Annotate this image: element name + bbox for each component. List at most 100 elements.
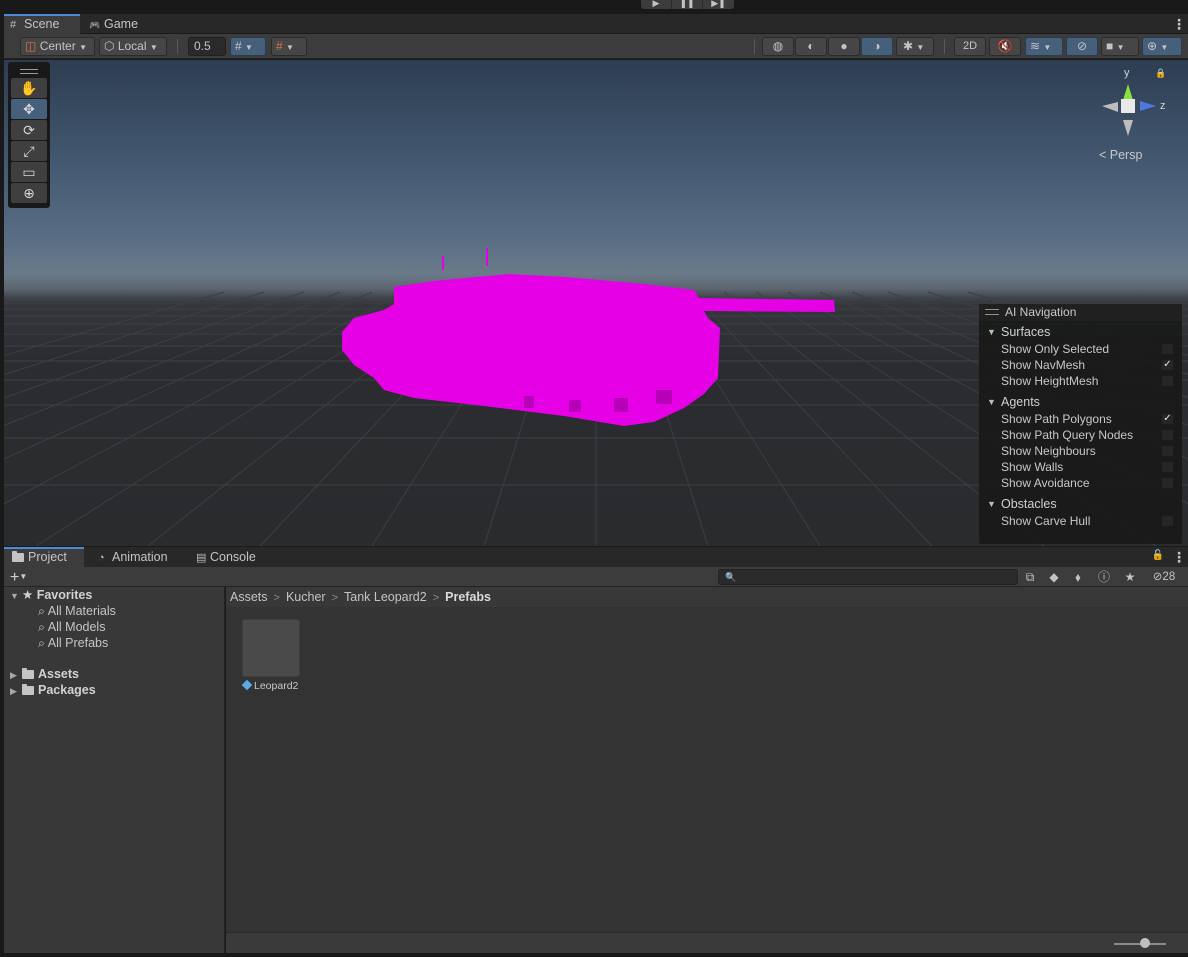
ai-navigation-header[interactable]: AI Navigation bbox=[979, 304, 1182, 321]
tool-palette-grip[interactable] bbox=[11, 65, 47, 78]
packages-node[interactable]: ▶ Packages bbox=[10, 682, 96, 698]
lock-icon[interactable]: 🔒 bbox=[1155, 68, 1166, 80]
console-icon: ▤ bbox=[196, 552, 207, 564]
audio-toggle-button[interactable]: 🔇 bbox=[989, 37, 1021, 56]
ai-navigation-overlay: AI Navigation ▼ Surfaces Show Only Selec… bbox=[979, 304, 1182, 544]
debug-draw-mode-dropdown[interactable]: ✱ ▼ bbox=[896, 37, 934, 56]
breadcrumb-item[interactable]: Assets bbox=[230, 590, 268, 604]
gizmo-y-axis[interactable] bbox=[1123, 84, 1133, 100]
effects-dropdown[interactable]: ≋ ▼ bbox=[1025, 37, 1063, 56]
rotate-tool[interactable]: ⟳ bbox=[11, 120, 47, 140]
project-menu-icon[interactable]: ⋮ bbox=[1172, 549, 1186, 565]
search-icon: ⌕ bbox=[38, 604, 48, 618]
transform-tool[interactable]: ⊕ bbox=[11, 183, 47, 203]
pause-button[interactable]: ❚❚ bbox=[672, 0, 703, 9]
favorite-all-models[interactable]: ⌕ All Models bbox=[38, 619, 105, 635]
grid-snap-field[interactable]: 0.5 bbox=[188, 37, 226, 56]
chevron-down-icon: ▼ bbox=[916, 43, 925, 52]
gamepad-icon: 🎮 bbox=[89, 20, 101, 30]
chevron-down-icon: ▼ bbox=[286, 43, 294, 52]
favorite-item-label: All Models bbox=[47, 620, 106, 634]
hidden-packages-toggle[interactable]: ⊘28 bbox=[1146, 568, 1182, 586]
pivot-rotation-dropdown[interactable]: ⬡ Local ▼ bbox=[99, 37, 167, 56]
breadcrumb-current[interactable]: Prefabs bbox=[445, 590, 491, 604]
asset-thumbnail[interactable] bbox=[242, 619, 300, 677]
cube-icon: ⬡ bbox=[104, 39, 115, 53]
filter-by-label-icon[interactable]: ⬧ bbox=[1068, 568, 1088, 586]
favorites-node[interactable]: ▼ ★ Favorites bbox=[10, 587, 92, 603]
asset-item-label[interactable]: Leopard2 bbox=[241, 679, 299, 692]
show-neighbours-row: Show Neighbours bbox=[979, 443, 1182, 459]
hand-tool[interactable]: ✋ bbox=[11, 78, 47, 98]
assets-node[interactable]: ▶ Assets bbox=[10, 666, 79, 682]
scene-visibility-button[interactable]: ⊘ bbox=[1066, 37, 1098, 56]
surfaces-foldout[interactable]: ▼ Surfaces bbox=[979, 323, 1182, 341]
chevron-right-icon: > bbox=[432, 592, 440, 604]
move-icon: ✥ bbox=[23, 100, 35, 117]
show-path-polygons-checkbox[interactable]: ✓ bbox=[1161, 413, 1174, 425]
camera-icon: ■ bbox=[1106, 39, 1114, 53]
agents-foldout[interactable]: ▼ Agents bbox=[979, 393, 1182, 411]
favorites-label: Favorites bbox=[36, 588, 93, 602]
search-scope-icon[interactable]: ⧉ bbox=[1020, 568, 1040, 586]
create-dropdown[interactable]: +▼ bbox=[10, 567, 27, 587]
folder-icon bbox=[12, 551, 24, 562]
tab-animation[interactable]: ◔ Animation bbox=[92, 547, 184, 567]
scene-menu-icon[interactable]: ⋮ bbox=[1172, 16, 1186, 32]
gizmo-x-axis[interactable] bbox=[1102, 102, 1118, 112]
projection-toggle[interactable]: < Persp bbox=[1099, 148, 1142, 162]
show-heightmesh-checkbox[interactable] bbox=[1161, 375, 1174, 387]
rect-tool[interactable]: ▭ bbox=[11, 162, 47, 182]
obstacles-foldout[interactable]: ▼ Obstacles bbox=[979, 495, 1182, 513]
gizmo-center[interactable] bbox=[1121, 99, 1135, 113]
search-icon: ⌕ bbox=[38, 620, 48, 634]
shaded-wireframe-button[interactable]: ◐ bbox=[795, 37, 827, 56]
toolbar-divider bbox=[944, 39, 945, 54]
scale-tool[interactable]: ⤢ bbox=[11, 141, 47, 161]
wireframe-shading-button[interactable]: ◍ bbox=[762, 37, 794, 56]
gizmos-dropdown[interactable]: ⊕ ▼ bbox=[1142, 37, 1182, 56]
show-only-selected-checkbox[interactable] bbox=[1161, 343, 1174, 355]
gizmo-z-axis[interactable] bbox=[1140, 101, 1156, 111]
shaded-button[interactable]: ● bbox=[828, 37, 860, 56]
show-avoidance-checkbox[interactable] bbox=[1161, 477, 1174, 489]
toggle-2d-button[interactable]: 2D bbox=[954, 37, 986, 56]
breadcrumb-item[interactable]: Tank Leopard2 bbox=[344, 590, 427, 604]
filter-by-log-icon[interactable]: ⓘ bbox=[1094, 568, 1114, 586]
pivot-mode-dropdown[interactable]: ◫ Center ▼ bbox=[20, 37, 95, 56]
slider-handle[interactable] bbox=[1140, 938, 1151, 948]
filter-by-type-icon[interactable]: ◆ bbox=[1044, 568, 1064, 586]
show-heightmesh-row: Show HeightMesh bbox=[979, 373, 1182, 389]
project-search-input[interactable]: 🔍 bbox=[718, 569, 1018, 585]
show-walls-checkbox[interactable] bbox=[1161, 461, 1174, 473]
show-heightmesh-label: Show HeightMesh bbox=[1001, 374, 1099, 388]
asset-name: Leopard2 bbox=[254, 680, 299, 692]
snap-settings-dropdown[interactable]: # ▼ bbox=[271, 37, 307, 56]
pivot-rotation-label: Local bbox=[117, 39, 147, 53]
grid-visibility-dropdown[interactable]: # ▼ bbox=[230, 37, 266, 56]
favorite-all-materials[interactable]: ⌕ All Materials bbox=[38, 603, 116, 619]
gizmo-neg-y-axis[interactable] bbox=[1123, 120, 1133, 136]
show-navmesh-checkbox[interactable]: ✓ bbox=[1161, 359, 1174, 371]
step-button[interactable]: ▶❚ bbox=[703, 0, 734, 9]
breadcrumb-item[interactable]: Kucher bbox=[286, 590, 326, 604]
show-path-query-nodes-checkbox[interactable] bbox=[1161, 429, 1174, 441]
prefab-icon bbox=[241, 679, 253, 691]
scene-viewport[interactable]: ✋ ✥ ⟳ ⤢ ▭ ⊕ y z 🔒 < Persp AI Navigation … bbox=[4, 60, 1188, 546]
tab-console[interactable]: ▤ Console bbox=[190, 547, 270, 567]
favorite-star-icon[interactable]: ★ bbox=[1120, 568, 1140, 586]
lock-icon[interactable]: 🔓 bbox=[1152, 550, 1164, 561]
tab-game[interactable]: 🎮 Game bbox=[83, 14, 143, 34]
play-button[interactable]: ▶ bbox=[641, 0, 672, 9]
tab-scene[interactable]: # Scene bbox=[4, 14, 80, 34]
tab-project[interactable]: Project bbox=[4, 547, 84, 567]
unlit-button[interactable]: ◑ bbox=[861, 37, 893, 56]
favorite-all-prefabs[interactable]: ⌕ All Prefabs bbox=[38, 635, 108, 651]
show-carve-hull-checkbox[interactable] bbox=[1161, 515, 1174, 527]
show-neighbours-checkbox[interactable] bbox=[1161, 445, 1174, 457]
camera-settings-dropdown[interactable]: ■ ▼ bbox=[1101, 37, 1139, 56]
tool-palette: ✋ ✥ ⟳ ⤢ ▭ ⊕ bbox=[8, 62, 50, 208]
chevron-down-icon: ▼ bbox=[149, 43, 158, 52]
move-tool[interactable]: ✥ bbox=[11, 99, 47, 119]
transform-icon: ⊕ bbox=[23, 184, 35, 201]
